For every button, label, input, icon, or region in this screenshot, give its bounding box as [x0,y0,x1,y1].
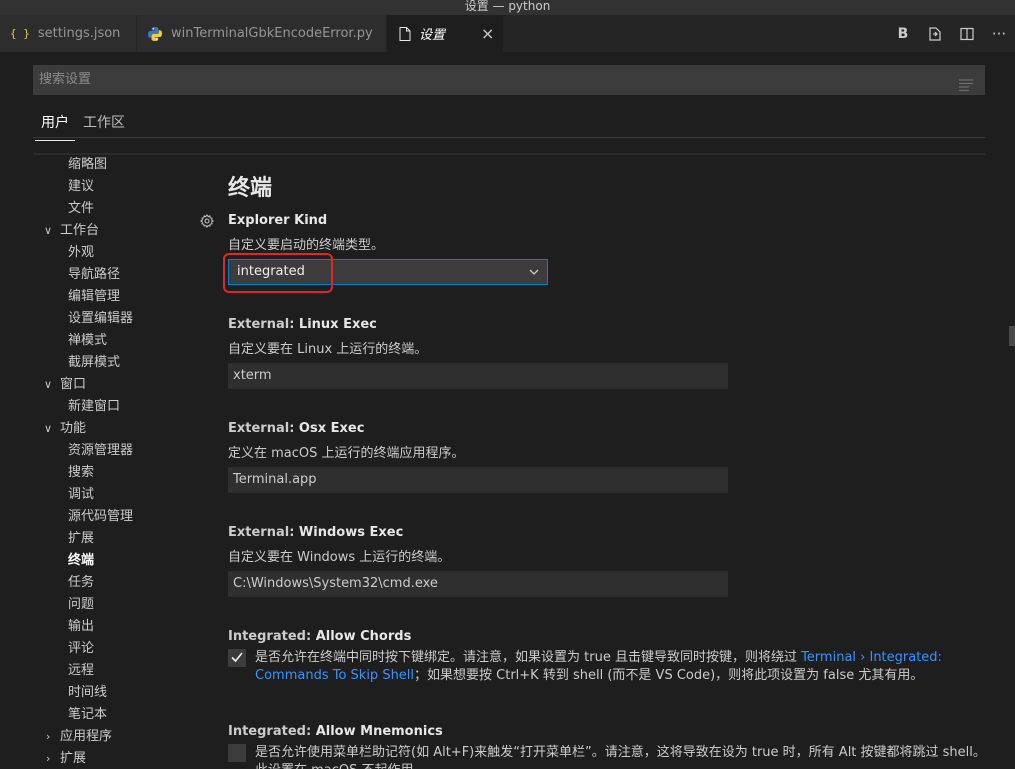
setting-name: Windows Exec [298,525,404,540]
editor-tab-bar: { } settings.json winTerminalGbkEncodeEr… [0,15,1015,52]
toc-item[interactable]: 缩略图 [68,154,107,176]
clear-filter-icon[interactable] [959,73,973,103]
tab-settings-ui[interactable]: 设置 × [387,15,504,52]
chevron-down-icon[interactable]: ∨ [44,374,52,396]
toc-item[interactable]: 截屏模式 [68,352,120,374]
desc-text: ；如果想要按 Ctrl+K 转到 shell (而不是 VS Code)，则将此… [414,668,924,683]
setting-title-osx-exec: External: Osx Exec [228,421,364,436]
toc-item[interactable]: 搜索 [68,462,94,484]
desc-text: 是否允许在终端中同时按下键绑定。请注意，如果设置为 true 且击键导致同时按键… [255,650,802,665]
tab-python-file[interactable]: winTerminalGbkEncodeError.py [137,15,387,52]
toc-item[interactable]: 扩展 [68,528,94,550]
chevron-right-icon[interactable]: › [46,748,50,769]
windows-exec-input[interactable]: C:\Windows\System32\cmd.exe [228,571,728,597]
tab-settings-json[interactable]: { } settings.json [0,15,137,52]
setting-category: External: [228,525,299,540]
split-editor-button[interactable] [951,15,983,52]
header-divider [33,153,985,155]
toc-item[interactable]: 资源管理器 [68,440,133,462]
tab-label: 设置 [419,28,446,43]
section-title: 终端 [228,176,273,201]
settings-scope-tabs: 用户 工作区 [33,106,985,141]
linux-exec-input[interactable]: xterm [228,363,728,389]
toc-group-extensions[interactable]: 扩展 [60,748,86,769]
toc-item[interactable]: 问题 [68,594,94,616]
search-placeholder: 搜索设置 [39,72,92,87]
toc-item[interactable]: 调试 [68,484,94,506]
open-settings-json-icon [929,26,941,41]
toc-item[interactable]: 笔记本 [68,704,107,726]
gear-icon[interactable] [200,213,214,232]
tab-user[interactable]: 用户 [35,112,75,141]
setting-name: Linux Exec [298,317,377,332]
editor-actions: B ··· [887,15,1015,52]
toc-item[interactable]: 导航路径 [68,264,120,286]
setting-desc-linux-exec: 自定义要在 Linux 上运行的终端。 [228,342,428,357]
toc-item[interactable]: 远程 [68,660,94,682]
setting-title-allow-chords: Integrated: Allow Chords [228,629,411,644]
annotation-highlight-box [223,253,333,293]
setting-desc-osx-exec: 定义在 macOS 上运行的终端应用程序。 [228,446,465,461]
tab-label: winTerminalGbkEncodeError.py [171,26,373,41]
file-icon [399,26,411,41]
open-json-button[interactable] [919,15,951,52]
toc-item[interactable]: 建议 [68,176,94,198]
window-title: 设置 — python [0,0,1015,15]
toc-group-application[interactable]: 应用程序 [60,726,112,748]
tab-label: settings.json [37,26,121,41]
settings-search-input[interactable]: 搜索设置 [33,65,985,95]
toc-group-workbench[interactable]: 工作台 [60,220,99,242]
allow-chords-desc: 是否允许在终端中同时按下键绑定。请注意，如果设置为 true 且击键导致同时按键… [255,649,995,685]
toc-item[interactable]: 外观 [68,242,94,264]
bold-b-button[interactable]: B [887,15,919,52]
setting-title-explorer-kind: Explorer Kind [228,213,328,228]
toc-item[interactable]: 新建窗口 [68,396,120,418]
setting-category: External: [228,317,299,332]
setting-title-allow-mnemonics: Integrated: Allow Mnemonics [228,724,443,739]
toc-item[interactable]: 源代码管理 [68,506,133,528]
toc-item[interactable]: 输出 [68,616,94,638]
toc-item-terminal-active[interactable]: 终端 [68,550,94,572]
allow-chords-checkbox[interactable] [228,649,246,667]
setting-title-linux-exec: External: Linux Exec [228,317,377,332]
toc-group-window[interactable]: 窗口 [60,374,86,396]
setting-desc-explorer-kind: 自定义要启动的终端类型。 [228,238,385,253]
chevron-down-icon[interactable]: ∨ [44,220,52,242]
toc-item[interactable]: 禅模式 [68,330,107,352]
allow-mnemonics-checkbox[interactable] [228,744,246,762]
setting-category: Integrated: [228,724,316,739]
toc-item[interactable]: 时间线 [68,682,107,704]
allow-mnemonics-desc: 是否允许使用菜单栏助记符(如 Alt+F)来触发“打开菜单栏”。请注意，这将导致… [255,745,986,769]
toc-item[interactable]: 编辑管理 [68,286,120,308]
json-braces-icon: { } [10,27,30,40]
toc-group-features[interactable]: 功能 [60,418,86,440]
toc-item[interactable]: 文件 [68,198,94,220]
python-icon [147,26,163,42]
setting-name: Osx Exec [298,421,365,436]
close-icon[interactable]: × [481,24,494,43]
setting-name: Allow Mnemonics [315,724,443,739]
toc-item[interactable]: 任务 [68,572,94,594]
setting-category: Integrated: [228,629,316,644]
split-editor-icon [960,27,974,40]
chevron-down-icon [529,260,539,292]
setting-desc-windows-exec: 自定义要在 Windows 上运行的终端。 [228,550,451,565]
osx-exec-input[interactable]: Terminal.app [228,467,728,493]
more-actions-button[interactable]: ··· [983,15,1015,52]
toc-item[interactable]: 设置编辑器 [68,308,133,330]
setting-category: External: [228,421,299,436]
tab-workspace[interactable]: 工作区 [83,112,125,140]
check-icon [231,652,243,663]
setting-title-windows-exec: External: Windows Exec [228,525,403,540]
setting-name: Allow Chords [315,629,412,644]
chevron-right-icon[interactable]: › [46,726,50,748]
chevron-down-icon[interactable]: ∨ [44,418,52,440]
toc-item[interactable]: 评论 [68,638,94,660]
vertical-scrollbar-thumb[interactable] [1009,326,1015,346]
